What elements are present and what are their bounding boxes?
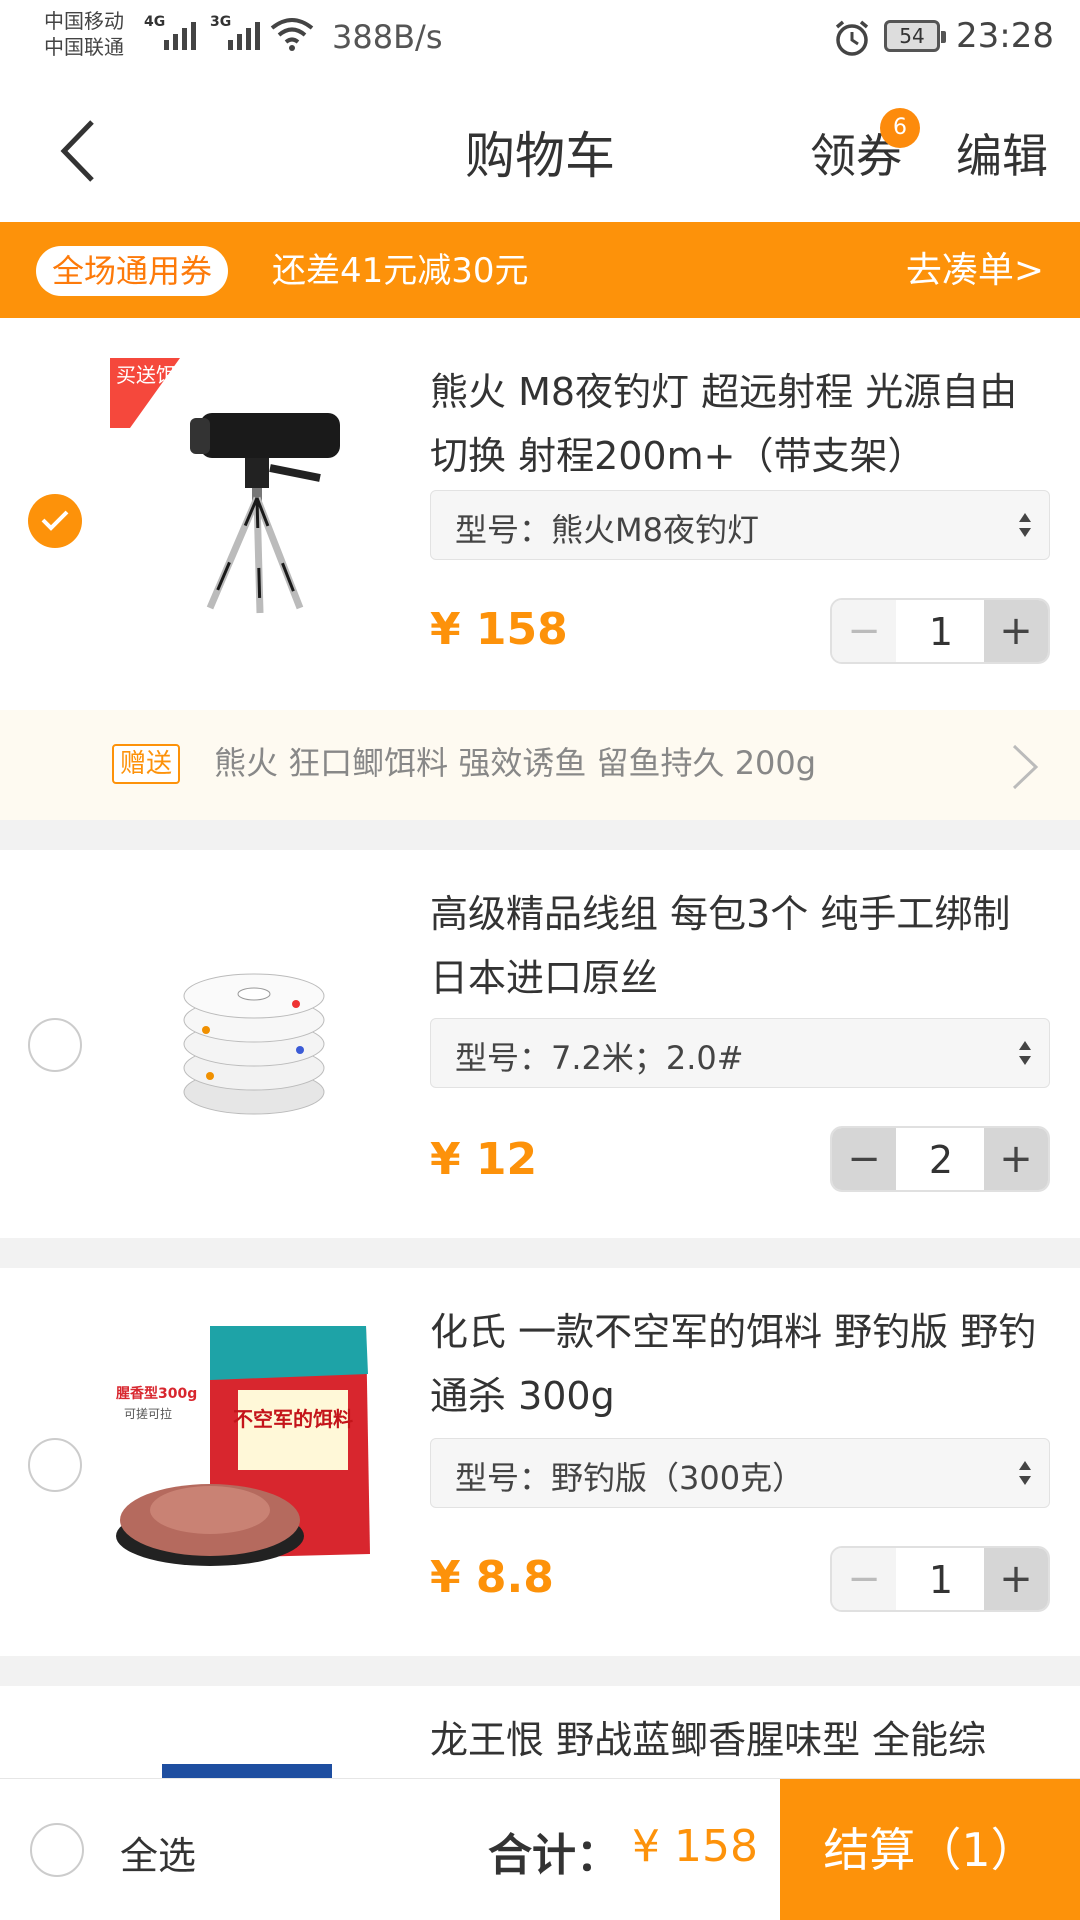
wifi-icon [270,18,314,51]
clock: 23:28 [956,16,1054,56]
product-image-side-label: 腥香型300g [116,1385,197,1402]
section-divider [0,820,1080,850]
alarm-icon [835,20,869,56]
select-arrows-icon [1019,1041,1031,1065]
gift-text: 熊火 狂口鲫饵料 强效诱鱼 留鱼持久 200g [214,744,817,782]
add-more-link[interactable]: 去凑单> [906,246,1044,296]
item-title[interactable]: 熊火 M8夜钓灯 超远射程 光源自由切换 射程200m+（带支架） [430,360,1050,488]
item-title[interactable]: 龙王恨 野战蓝鲫香腥味型 全能综 [430,1708,1050,1772]
quantity-stepper: − 1 + [830,1546,1050,1612]
section-divider [0,1238,1080,1268]
product-image[interactable] [110,900,390,1180]
cart-item: 龙王恨 野战蓝鲫香腥味型 全能综 [0,1686,1080,1778]
checkout-button[interactable]: 结算（1） [780,1779,1080,1920]
product-image[interactable]: 不空军的饵料 腥香型300g 可搓可拉 [110,1314,390,1594]
item-price: ¥ 8.8 [430,1552,554,1603]
section-divider [0,1656,1080,1686]
coupon-progress-text: 还差41元减30元 [272,251,529,291]
item-title[interactable]: 高级精品线组 每包3个 纯手工绑制 日本进口原丝 [430,882,1050,1010]
quantity-stepper: − 2 + [830,1126,1050,1192]
coupon-banner[interactable]: 全场通用券 还差41元减30元 去凑单> [0,222,1080,318]
decrease-button[interactable]: − [832,1548,896,1610]
coupon-tag: 全场通用券 [36,246,229,296]
carrier-1: 中国移动 [44,9,124,33]
signal-icon [164,20,196,50]
item-spec-select[interactable]: 型号：野钓版（300克） [430,1438,1050,1508]
product-image[interactable]: 买送饵料 [110,358,390,638]
increase-button[interactable]: + [984,1548,1048,1610]
select-arrows-icon [1019,513,1031,537]
quantity-value[interactable]: 2 [896,1128,986,1190]
checkout-bar: 全选 合计： ¥ 158 结算（1） [0,1778,1080,1920]
signal-icon-2 [228,20,260,50]
product-image[interactable] [162,1764,332,1778]
increase-button[interactable]: + [984,600,1048,662]
select-arrows-icon [1019,1461,1031,1485]
item-spec-label: 型号：7.2米；2.0# [455,1039,744,1077]
total-label: 合计： [488,1830,620,1881]
item-checkbox[interactable] [28,494,82,548]
chevron-right-icon [1012,744,1039,790]
network-speed: 388B/s [332,18,443,56]
item-spec-label: 型号：野钓版（300克） [455,1459,805,1497]
gift-row[interactable]: 赠送 熊火 狂口鲫饵料 强效诱鱼 留鱼持久 200g [0,710,1080,820]
item-spec-select[interactable]: 型号：7.2米；2.0# [430,1018,1050,1088]
product-image-text: 不空军的饵料 [233,1407,353,1431]
status-bar: 中国移动 中国联通 4G 3G 388B/s 54 23:28 [0,0,1080,80]
item-price: ¥ 158 [430,604,568,655]
item-title[interactable]: 化氏 一款不空军的饵料 野钓版 野钓通杀 300g [430,1300,1050,1428]
checkmark-icon [41,510,69,531]
quantity-value[interactable]: 1 [896,1548,986,1610]
decrease-button[interactable]: − [832,600,896,662]
quantity-stepper: − 1 + [830,598,1050,664]
nav-bar: 购物车 领券 6 编辑 [0,80,1080,220]
carrier-2: 中国联通 [44,35,124,59]
product-image-side-label-2: 可搓可拉 [124,1406,172,1421]
gift-tag: 赠送 [112,744,181,784]
increase-button[interactable]: + [984,1128,1048,1190]
item-spec-label: 型号：熊火M8夜钓灯 [455,511,759,549]
item-spec-select[interactable]: 型号：熊火M8夜钓灯 [430,490,1050,560]
battery-icon: 54 [884,20,946,52]
coupon-count-badge: 6 [880,108,920,148]
total-amount: ¥ 158 [632,1821,758,1872]
network-type-1: 4G [144,14,166,30]
carrier-labels: 中国移动 中国联通 [44,8,124,60]
quantity-value[interactable]: 1 [896,600,986,662]
cart-item: 不空军的饵料 腥香型300g 可搓可拉 化氏 一款不空军的饵料 野钓版 野钓通杀… [0,1268,1080,1660]
select-all-checkbox[interactable] [30,1823,84,1877]
select-all-label[interactable]: 全选 [120,1825,196,1880]
cart-item: 高级精品线组 每包3个 纯手工绑制 日本进口原丝 型号：7.2米；2.0# ¥ … [0,850,1080,1242]
decrease-button[interactable]: − [832,1128,896,1190]
item-price: ¥ 12 [430,1134,538,1185]
edit-button[interactable]: 编辑 [956,120,1048,186]
promo-corner-badge: 买送饵料 [116,363,196,387]
item-checkbox[interactable] [28,1438,82,1492]
item-checkbox[interactable] [28,1018,82,1072]
